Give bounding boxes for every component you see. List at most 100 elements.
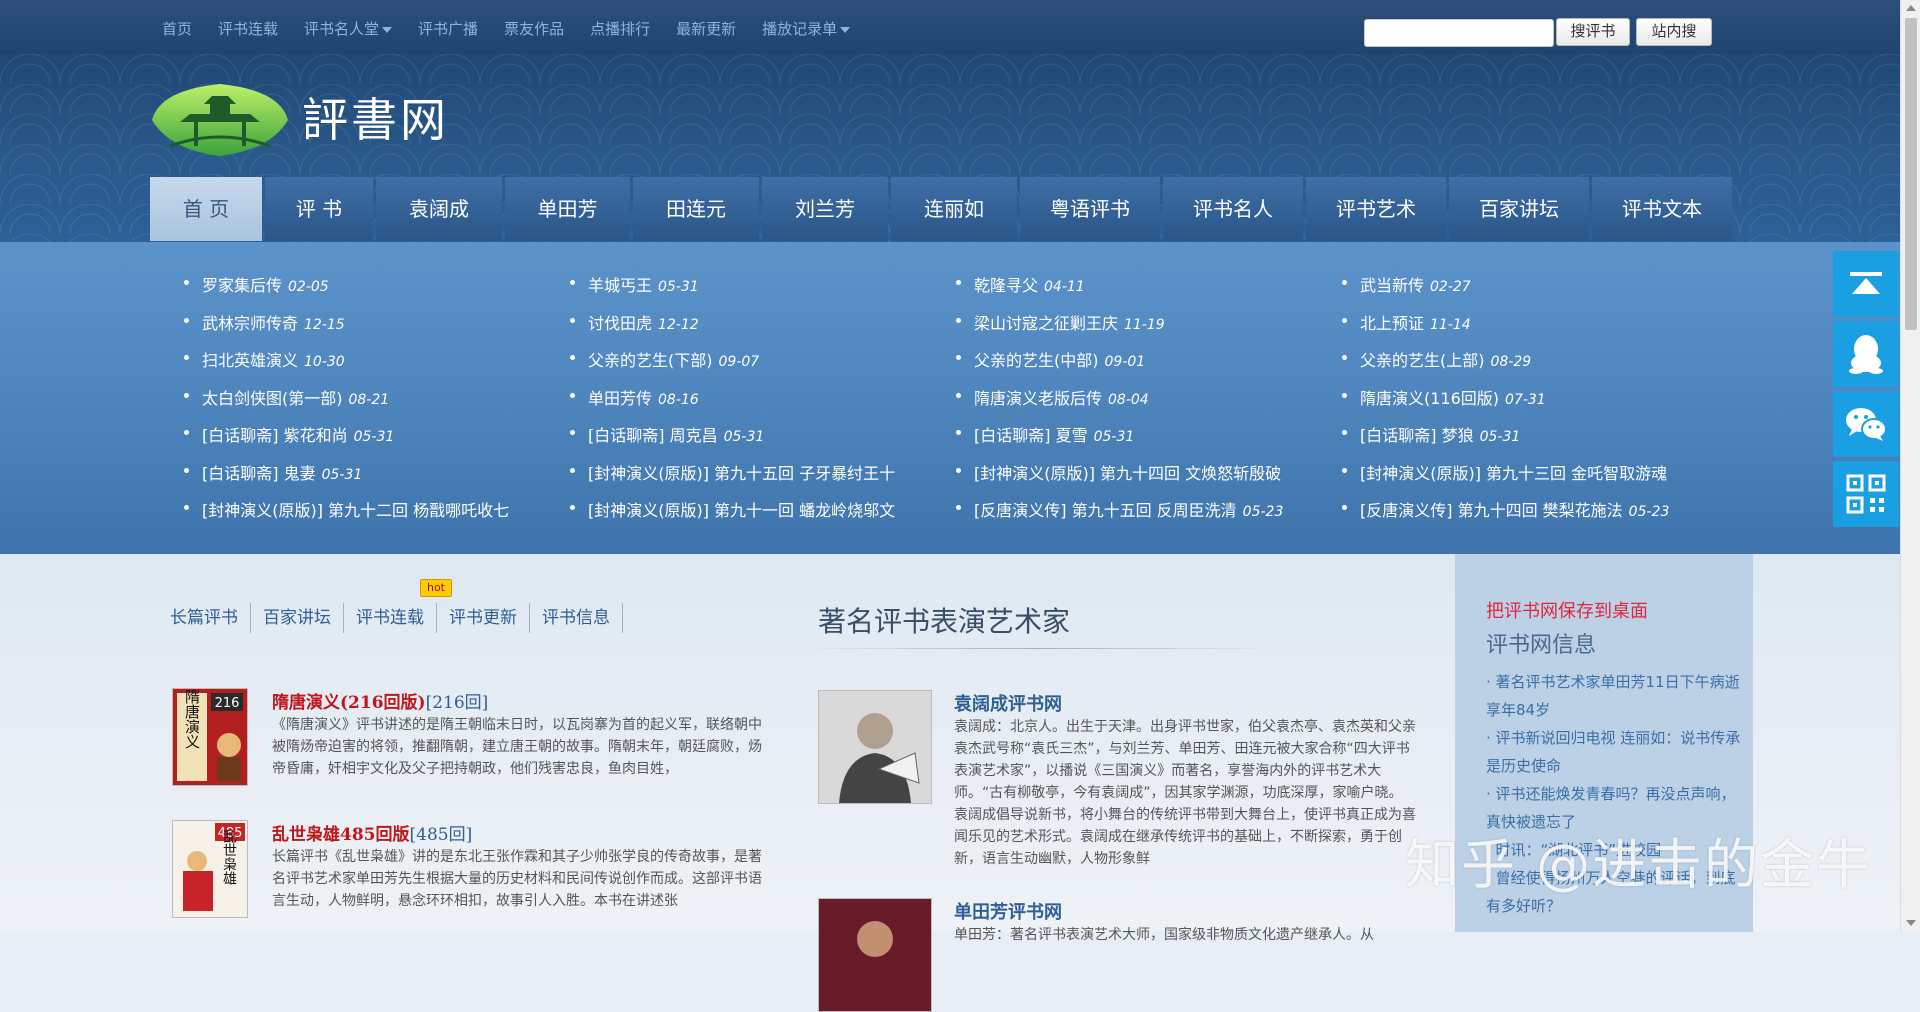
back-to-top-button[interactable] [1833, 251, 1899, 317]
list-item[interactable]: 父亲的艺生(下部) 09-07 [564, 347, 901, 385]
svg-text:乱世枭雄: 乱世枭雄 [221, 829, 237, 885]
list-item[interactable]: [白话聊斋] 鬼妻 05-31 [178, 460, 515, 498]
tab-long-pingshu[interactable]: 长篇评书 [170, 603, 251, 633]
news-item[interactable]: · 评书新说回归电视 连丽如：说书传承是历史使命 [1486, 724, 1748, 780]
section-title: 著名评书表演艺术家 [818, 605, 1071, 638]
tab-lecture-room[interactable]: 百家讲坛 [1449, 177, 1589, 241]
site-logo[interactable] [150, 80, 290, 158]
list-item[interactable]: 太白剑侠图(第一部) 08-21 [178, 385, 515, 423]
tab-lecture-room-sub[interactable]: 百家讲坛 [251, 603, 344, 633]
list-item[interactable]: 讨伐田虎 12-12 [564, 310, 901, 348]
list-item[interactable]: 父亲的艺生(中部) 09-01 [950, 347, 1287, 385]
scrollbar-thumb[interactable] [1905, 18, 1917, 330]
back-to-top-icon [1850, 272, 1882, 294]
artist-name[interactable]: 袁阔成评书网 [954, 690, 1062, 716]
list-item[interactable]: 父亲的艺生(上部) 08-29 [1336, 347, 1673, 385]
list-item[interactable]: [反唐演义传] 第九十五回 反周臣洗清 05-23 [950, 497, 1287, 535]
list-item[interactable]: [封神演义(原版)] 第九十一回 蟠龙岭烧邬文 [564, 497, 901, 535]
artist-photo[interactable] [818, 690, 932, 804]
info-title: 评书网信息 [1486, 633, 1597, 658]
book-cover[interactable]: 485 乱世枭雄 [172, 820, 248, 918]
qq-button[interactable] [1833, 321, 1899, 387]
save-to-desktop-link[interactable]: 把评书网保存到桌面 [1486, 597, 1648, 623]
updates-column-2: 羊城丐王 05-31 讨伐田虎 12-12 父亲的艺生(下部) 09-07 单田芳传 0… [564, 272, 901, 535]
updates-column-1: 罗家集后传 02-05 武林宗师传奇 12-15 扫北英雄演义 10-30 太白剑侠图… [178, 272, 515, 535]
artist-description: 袁阔成：北京人。出生于天津。出身评书世家，伯父袁杰亭、袁杰英和父亲袁杰武号称“袁… [954, 719, 1416, 867]
page-scrollbar[interactable] [1900, 0, 1920, 932]
list-item[interactable]: 北上预证 11-14 [1336, 310, 1673, 348]
top-nav: 首页 评书连载 评书名人堂 评书广播 票友作品 点播排行 最新更新 播放记录单 [162, 18, 876, 39]
book-description: 《隋唐演义》评书讲述的是隋王朝临末日时，以瓦岗寨为首的起义军，联络朝中被隋炀帝迫… [272, 717, 762, 777]
list-item[interactable]: 扫北英雄演义 10-30 [178, 347, 515, 385]
tab-home[interactable]: 首 页 [150, 177, 262, 241]
list-item[interactable]: 武林宗师传奇 12-15 [178, 310, 515, 348]
list-item[interactable]: 梁山讨寇之征剿王庆 11-19 [950, 310, 1287, 348]
topnav-fan-works[interactable]: 票友作品 [504, 18, 564, 39]
book-title[interactable]: 乱世枭雄485回版[485回] [272, 820, 472, 845]
search-input[interactable] [1364, 19, 1554, 47]
scroll-down-icon[interactable] [1906, 920, 1916, 926]
tab-info[interactable]: 评书信息 [530, 603, 623, 633]
category-tabs: 长篇评书 百家讲坛 评书连载 评书更新 评书信息 [170, 603, 623, 633]
list-item[interactable]: 罗家集后传 02-05 [178, 272, 515, 310]
list-item[interactable]: [封神演义(原版)] 第九十二回 杨戬哪吒收七 [178, 497, 515, 535]
book-title[interactable]: 隋唐演义(216回版)[216回] [272, 688, 488, 713]
wechat-icon [1846, 408, 1887, 441]
topnav-ranking[interactable]: 点播排行 [590, 18, 650, 39]
news-item[interactable]: · 著名评书艺术家单田芳11日下午病逝 享年84岁 [1486, 668, 1748, 724]
tab-celebrities[interactable]: 评书名人 [1163, 177, 1303, 241]
topnav-home[interactable]: 首页 [162, 18, 192, 39]
list-item[interactable]: 乾隆寻父 04-11 [950, 272, 1287, 310]
list-item[interactable]: 隋唐演义老版后传 08-04 [950, 385, 1287, 423]
topnav-broadcast[interactable]: 评书广播 [418, 18, 478, 39]
tab-serial[interactable]: 评书连载 [344, 603, 437, 633]
list-item[interactable]: [白话聊斋] 周克昌 05-31 [564, 422, 901, 460]
tab-shan-tianfang[interactable]: 单田芳 [505, 177, 630, 241]
tab-pingshu[interactable]: 评 书 [265, 177, 373, 241]
topnav-play-history[interactable]: 播放记录单 [762, 18, 851, 39]
chevron-down-icon [840, 26, 851, 33]
artist-photo[interactable] [818, 898, 932, 1012]
svg-text:216: 216 [215, 696, 240, 711]
svg-text:隋唐演义: 隋唐演义 [183, 689, 201, 749]
qrcode-icon [1846, 474, 1886, 514]
list-item[interactable]: [白话聊斋] 梦狼 05-31 [1336, 422, 1673, 460]
list-item[interactable]: [白话聊斋] 紫花和尚 05-31 [178, 422, 515, 460]
tab-updates[interactable]: 评书更新 [437, 603, 530, 633]
tab-lian-liru[interactable]: 连丽如 [891, 177, 1017, 241]
site-search-button[interactable]: 站内搜 [1636, 18, 1712, 46]
list-item[interactable]: [反唐演义传] 第九十四回 樊梨花施法 05-23 [1336, 497, 1673, 535]
tab-yuan-kuocheng[interactable]: 袁阔成 [376, 177, 502, 241]
qrcode-button[interactable] [1833, 461, 1899, 527]
logo-text: 評書网 [302, 93, 449, 147]
list-item[interactable]: [封神演义(原版)] 第九十五回 子牙暴纣王十 [564, 460, 901, 498]
wechat-button[interactable] [1833, 391, 1899, 457]
book-description: 长篇评书《乱世枭雄》讲的是东北王张作霖和其子少帅张学良的传奇故事，是著名评书艺术… [272, 849, 762, 909]
list-item[interactable]: 隋唐演义(116回版) 07-31 [1336, 385, 1673, 423]
list-item[interactable]: [封神演义(原版)] 第九十四回 文焕怒斩殷破 [950, 460, 1287, 498]
list-item[interactable]: 单田芳传 08-16 [564, 385, 901, 423]
main-nav: 首 页 评 书 袁阔成 单田芳 田连元 刘兰芳 连丽如 粤语评书 评书名人 评书… [150, 177, 1735, 241]
tab-liu-lanfang[interactable]: 刘兰芳 [762, 177, 888, 241]
list-item[interactable]: 武当新传 02-27 [1336, 272, 1673, 310]
list-item[interactable]: [白话聊斋] 夏雪 05-31 [950, 422, 1287, 460]
artist-name[interactable]: 单田芳评书网 [954, 898, 1062, 924]
tab-texts[interactable]: 评书文本 [1592, 177, 1732, 241]
search-button[interactable]: 搜评书 [1556, 18, 1630, 46]
list-item[interactable]: 羊城丐王 05-31 [564, 272, 901, 310]
topnav-hall-of-fame-label: 评书名人堂 [304, 20, 380, 38]
tab-cantonese[interactable]: 粤语评书 [1020, 177, 1160, 241]
topnav-latest[interactable]: 最新更新 [676, 18, 736, 39]
book-cover[interactable]: 216 隋唐演义 [172, 688, 248, 786]
artist-description: 单田芳：著名评书表演艺术大师，国家级非物质文化遗产继承人。从 [954, 927, 1374, 943]
tab-art[interactable]: 评书艺术 [1306, 177, 1446, 241]
tab-tian-lianyuan[interactable]: 田连元 [633, 177, 759, 241]
updates-column-3: 乾隆寻父 04-11 梁山讨寇之征剿王庆 11-19 父亲的艺生(中部) 09-01 … [950, 272, 1287, 535]
scroll-up-icon[interactable] [1906, 5, 1916, 11]
updates-column-4: 武当新传 02-27 北上预证 11-14 父亲的艺生(上部) 08-29 隋唐演义(… [1336, 272, 1673, 535]
topnav-hall-of-fame[interactable]: 评书名人堂 [304, 18, 393, 39]
topnav-serial[interactable]: 评书连载 [218, 18, 278, 39]
list-item[interactable]: [封神演义(原版)] 第九十三回 金吒智取游魂 [1336, 460, 1673, 498]
watermark: 知乎 @进击的金牛 [1405, 833, 1873, 896]
divider [818, 648, 1258, 649]
